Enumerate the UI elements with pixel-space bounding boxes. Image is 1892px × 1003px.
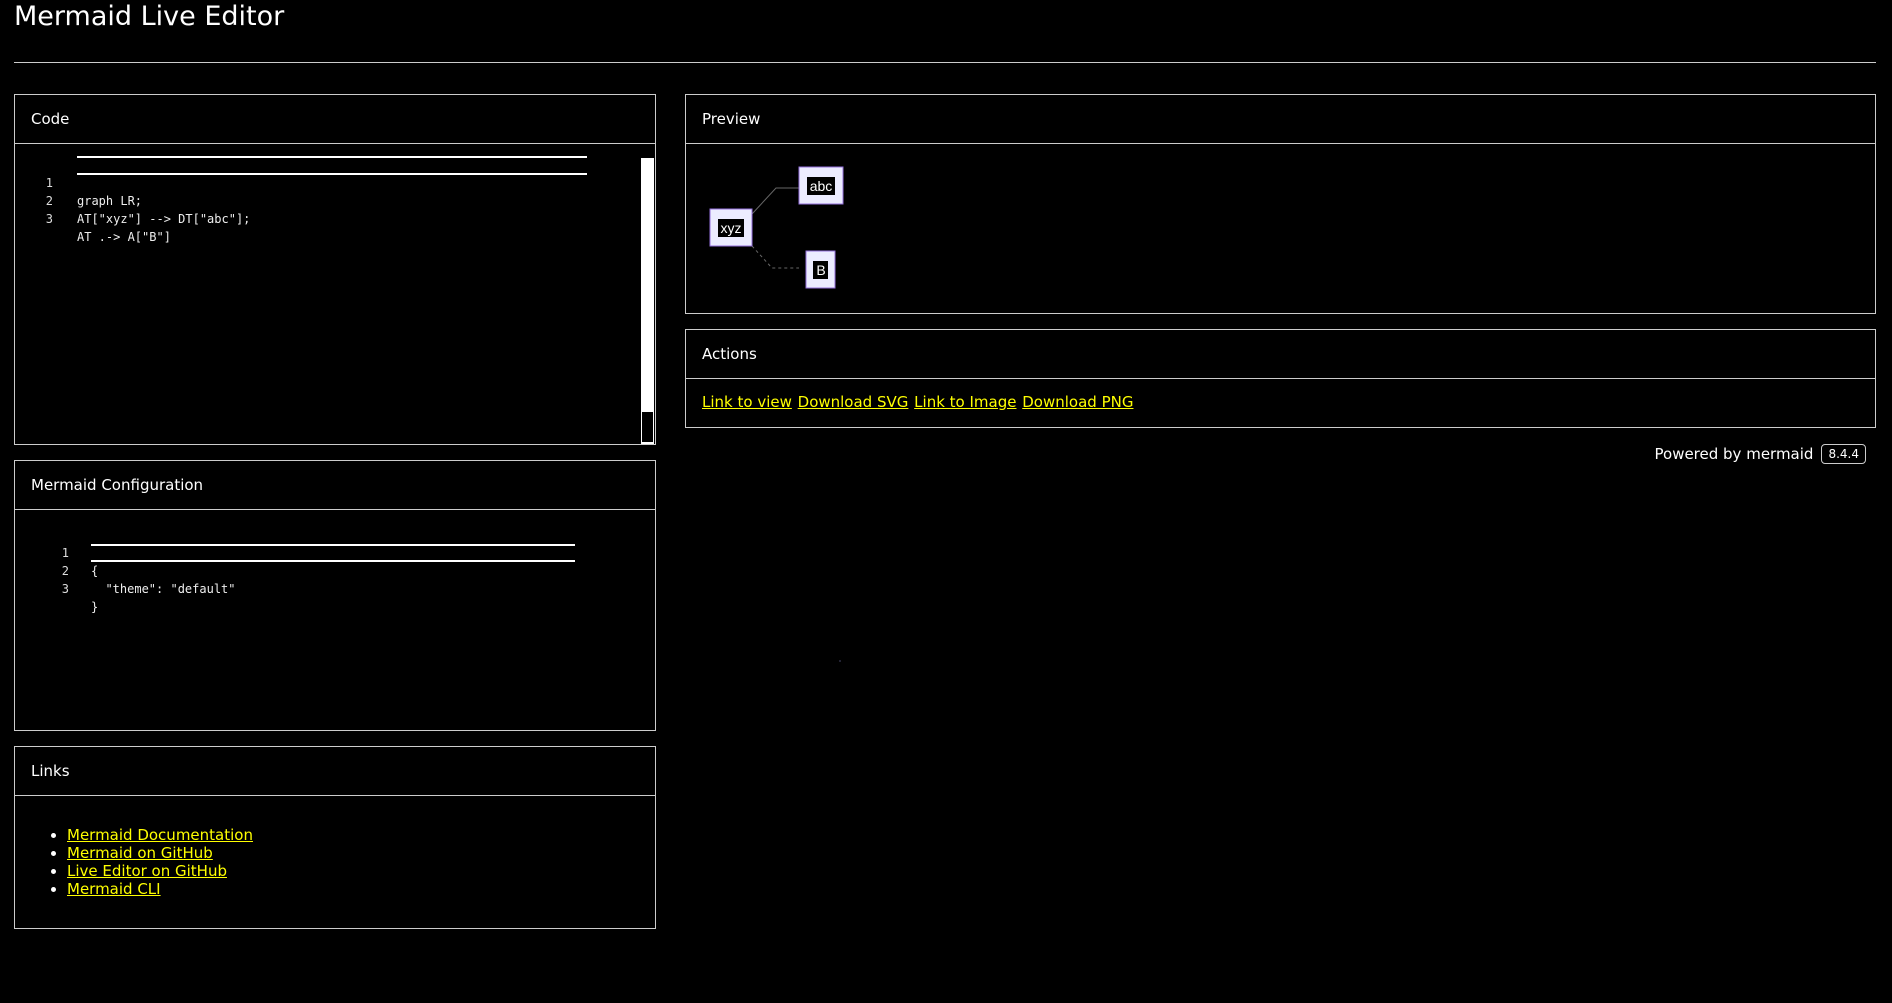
link-to-view[interactable]: Link to view bbox=[702, 393, 792, 411]
node-b-label: B bbox=[816, 262, 825, 278]
list-item: Mermaid CLI bbox=[67, 880, 253, 898]
mermaid-github-link[interactable]: Mermaid on GitHub bbox=[67, 844, 213, 862]
code-line: 3 AT .-> A["B"] bbox=[15, 192, 171, 244]
code-text: AT["xyz"] --> DT["abc"]; bbox=[77, 212, 251, 226]
edge-xyz-abc bbox=[751, 187, 799, 215]
code-panel-header: Code bbox=[15, 95, 655, 144]
code-line: 2 AT["xyz"] --> DT["abc"]; bbox=[15, 174, 251, 226]
actions-row: Link to view Download SVG Link to Image … bbox=[702, 393, 1134, 411]
node-xyz[interactable]: xyz bbox=[709, 208, 753, 247]
node-xyz-label: xyz bbox=[721, 220, 742, 236]
config-panel-header: Mermaid Configuration bbox=[15, 461, 655, 510]
edge-xyz-b bbox=[751, 245, 799, 269]
mermaid-diagram: xyz abc B bbox=[709, 166, 844, 289]
node-b[interactable]: B bbox=[805, 250, 836, 289]
line-number: 3 bbox=[61, 582, 69, 596]
preview-area: xyz abc B bbox=[686, 144, 1875, 314]
config-editor[interactable]: 1 { 2 "theme": "default" 3 } bbox=[15, 510, 655, 730]
node-abc-label: abc bbox=[810, 178, 833, 194]
code-text: AT .-> A["B"] bbox=[77, 230, 171, 244]
mermaid-cli-link[interactable]: Mermaid CLI bbox=[67, 880, 161, 898]
link-to-image[interactable]: Link to Image bbox=[914, 393, 1016, 411]
title-divider bbox=[14, 62, 1876, 63]
config-panel: Mermaid Configuration 1 { 2 "theme": "de… bbox=[14, 460, 656, 731]
list-item: Mermaid Documentation bbox=[67, 826, 253, 844]
actions-panel-header: Actions bbox=[686, 330, 1875, 379]
links-list: Mermaid Documentation Mermaid on GitHub … bbox=[47, 826, 253, 898]
code-text: { bbox=[91, 564, 99, 578]
code-panel: Code 1 graph LR; 2 AT["xyz"] --> DT["abc… bbox=[14, 94, 656, 445]
code-line: 2 "theme": "default" bbox=[15, 544, 236, 596]
node-abc[interactable]: abc bbox=[798, 166, 844, 205]
links-panel-header: Links bbox=[15, 747, 655, 796]
list-item: Mermaid on GitHub bbox=[67, 844, 253, 862]
line-number: 3 bbox=[45, 212, 53, 226]
powered-by-text: Powered by mermaid bbox=[1654, 445, 1814, 463]
code-text: graph LR; bbox=[77, 194, 143, 208]
version-badge: 8.4.4 bbox=[1821, 444, 1866, 464]
code-scrollbar[interactable] bbox=[641, 158, 654, 444]
app-title: Mermaid Live Editor bbox=[14, 1, 285, 32]
download-svg-link[interactable]: Download SVG bbox=[798, 393, 909, 411]
current-line-highlight bbox=[77, 156, 587, 175]
code-line: 3 } bbox=[15, 562, 98, 614]
code-text: "theme": "default" bbox=[91, 582, 236, 596]
code-editor[interactable]: 1 graph LR; 2 AT["xyz"] --> DT["abc"]; 3… bbox=[15, 144, 655, 444]
code-text: } bbox=[91, 600, 99, 614]
download-png-link[interactable]: Download PNG bbox=[1022, 393, 1133, 411]
mermaid-docs-link[interactable]: Mermaid Documentation bbox=[67, 826, 253, 844]
live-editor-github-link[interactable]: Live Editor on GitHub bbox=[67, 862, 227, 880]
preview-panel-header: Preview bbox=[686, 95, 1875, 144]
code-scroll-thumb[interactable] bbox=[642, 412, 653, 442]
links-panel: Links Mermaid Documentation Mermaid on G… bbox=[14, 746, 656, 929]
preview-panel: Preview xyz abc B bbox=[685, 94, 1876, 314]
list-item: Live Editor on GitHub bbox=[67, 862, 253, 880]
powered-by: Powered by mermaid 8.4.4 bbox=[1654, 444, 1866, 464]
current-line-highlight bbox=[91, 544, 575, 562]
code-line: 1 { bbox=[15, 526, 98, 578]
code-line: 1 graph LR; bbox=[15, 156, 142, 208]
decorative-dot bbox=[839, 660, 841, 662]
actions-panel: Actions Link to view Download SVG Link t… bbox=[685, 329, 1876, 428]
